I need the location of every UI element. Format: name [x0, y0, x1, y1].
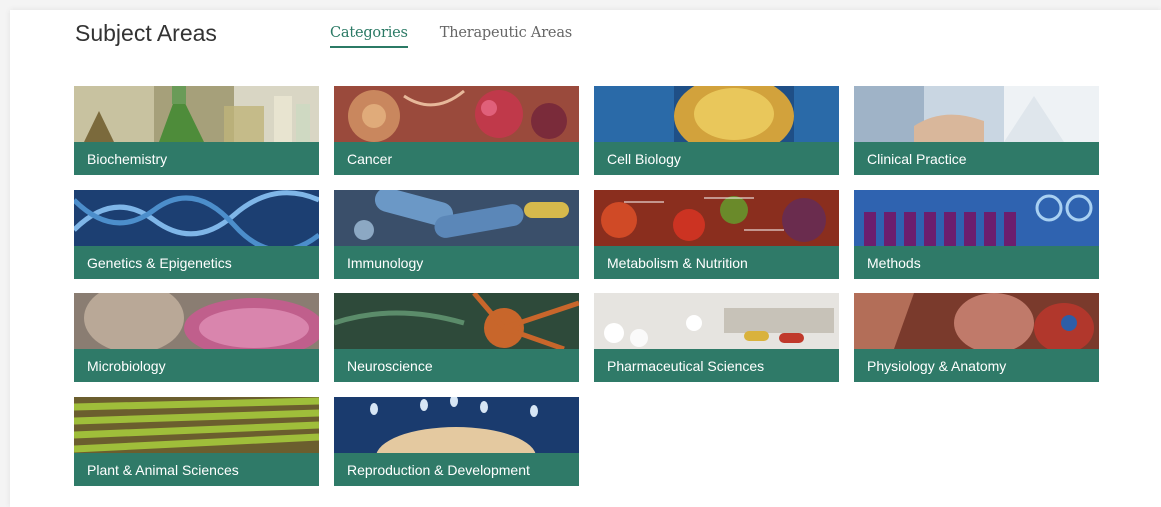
tile-label-bar: Pharmaceutical Sciences	[594, 349, 839, 382]
tile-physiology-anatomy[interactable]: Physiology & Anatomy	[854, 293, 1099, 382]
neuroscience-image	[334, 293, 579, 349]
tile-cancer[interactable]: Cancer	[334, 86, 579, 175]
tile-cell-biology[interactable]: Cell Biology	[594, 86, 839, 175]
metabolism-image	[594, 189, 839, 246]
tile-label: Genetics & Epigenetics	[87, 254, 232, 271]
tile-label-bar: Plant & Animal Sciences	[74, 452, 319, 486]
tile-label: Microbiology	[87, 358, 166, 374]
tile-label-bar: Immunology	[334, 245, 579, 279]
pharmaceutical-image	[594, 293, 839, 349]
genetics-image	[74, 189, 319, 246]
tile-label-bar: Clinical Practice	[854, 142, 1099, 175]
tile-label: Metabolism & Nutrition	[607, 254, 748, 271]
tile-label-bar: Neuroscience	[334, 349, 579, 382]
tile-methods[interactable]: Methods	[854, 189, 1099, 279]
cell-biology-image	[594, 86, 839, 142]
tile-label-bar: Microbiology	[74, 349, 319, 382]
tile-label: Immunology	[347, 254, 424, 271]
tile-label-bar: Genetics & Epigenetics	[74, 245, 319, 279]
tile-label: Pharmaceutical Sciences	[607, 358, 765, 374]
biochemistry-image	[74, 86, 319, 142]
tab-therapeutic-areas[interactable]: Therapeutic Areas	[440, 25, 572, 48]
tile-label: Plant & Animal Sciences	[87, 461, 239, 478]
tile-biochemistry[interactable]: Biochemistry	[74, 86, 319, 175]
tile-immunology[interactable]: Immunology	[334, 189, 579, 279]
reproduction-image	[334, 396, 579, 453]
tile-label: Methods	[867, 254, 921, 271]
methods-image	[854, 189, 1099, 246]
tile-label-bar: Reproduction & Development	[334, 452, 579, 486]
tile-label: Cell Biology	[607, 151, 681, 167]
tile-label-bar: Metabolism & Nutrition	[594, 245, 839, 279]
tab-bar: Categories Therapeutic Areas	[330, 25, 572, 48]
tile-label: Neuroscience	[347, 358, 433, 374]
tile-genetics-epigenetics[interactable]: Genetics & Epigenetics	[74, 189, 319, 279]
tile-neuroscience[interactable]: Neuroscience	[334, 293, 579, 382]
tile-label: Biochemistry	[87, 151, 168, 167]
tile-label: Physiology & Anatomy	[867, 358, 1007, 374]
tile-label-bar: Cancer	[334, 142, 579, 175]
microbiology-image	[74, 293, 319, 349]
cancer-image	[334, 86, 579, 142]
physiology-image	[854, 293, 1099, 349]
tab-categories[interactable]: Categories	[330, 25, 408, 48]
clinical-practice-image	[854, 86, 1099, 142]
immunology-image	[334, 189, 579, 246]
tile-label-bar: Biochemistry	[74, 142, 319, 175]
tile-label: Reproduction & Development	[347, 461, 530, 478]
tile-label-bar: Methods	[854, 245, 1099, 279]
tile-label: Cancer	[347, 151, 393, 167]
tile-label-bar: Physiology & Anatomy	[854, 349, 1099, 382]
tile-label: Clinical Practice	[867, 151, 967, 167]
tile-plant-animal-sciences[interactable]: Plant & Animal Sciences	[74, 396, 319, 486]
tile-clinical-practice[interactable]: Clinical Practice	[854, 86, 1099, 175]
tile-pharmaceutical-sciences[interactable]: Pharmaceutical Sciences	[594, 293, 839, 382]
tile-label-bar: Cell Biology	[594, 142, 839, 175]
tile-microbiology[interactable]: Microbiology	[74, 293, 319, 382]
subject-grid: Biochemistry Cancer Cell Biology Clinica…	[74, 86, 1099, 486]
page-title: Subject Areas	[75, 20, 217, 46]
tile-reproduction-development[interactable]: Reproduction & Development	[334, 396, 579, 486]
plant-animal-image	[74, 396, 319, 453]
tile-metabolism-nutrition[interactable]: Metabolism & Nutrition	[594, 189, 839, 279]
